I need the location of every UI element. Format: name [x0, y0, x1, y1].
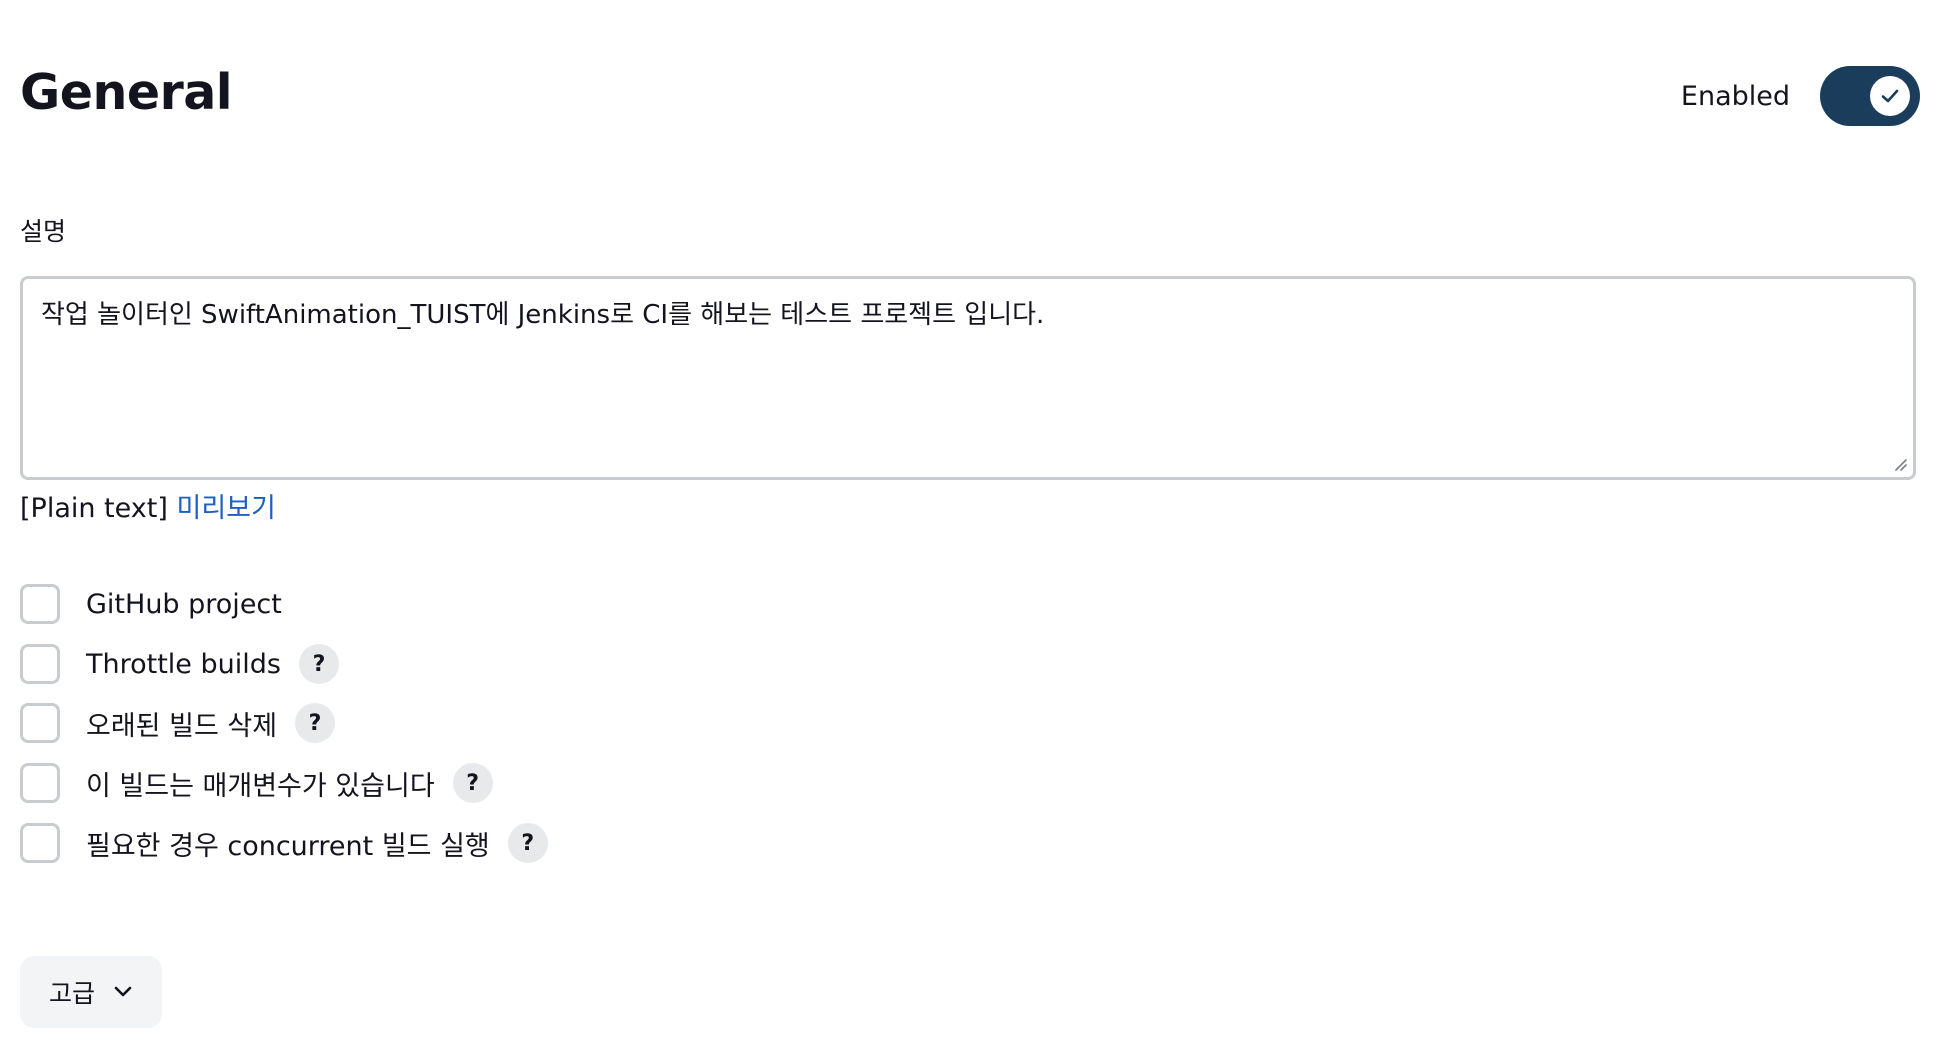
help-icon: ?: [466, 770, 480, 796]
help-button[interactable]: ?: [507, 823, 548, 863]
advanced-label: 고급: [48, 979, 95, 1008]
option-label[interactable]: 이 빌드는 매개변수가 있습니다: [86, 764, 435, 803]
option-parameterized: 이 빌드는 매개변수가 있습니다 ?: [20, 761, 493, 805]
resize-handle-icon[interactable]: [1893, 457, 1907, 471]
option-concurrent-builds: 필요한 경우 concurrent 빌드 실행 ?: [20, 821, 548, 865]
description-text: 작업 놀이터인 SwiftAnimation_TUIST에 Jenkins로 C…: [41, 300, 1045, 330]
help-button[interactable]: ?: [295, 703, 336, 743]
help-icon: ?: [521, 830, 535, 856]
preview-link[interactable]: 미리보기: [176, 493, 275, 524]
toggle-knob: [1870, 76, 1910, 116]
chevron-down-icon: [114, 986, 132, 997]
section-header: General Enabled: [20, 60, 1920, 140]
checkbox-github-project[interactable]: [20, 584, 60, 624]
option-label[interactable]: 필요한 경우 concurrent 빌드 실행: [86, 824, 490, 863]
page-title: General: [20, 64, 233, 121]
help-icon: ?: [312, 651, 326, 677]
checkbox-throttle-builds[interactable]: [20, 644, 60, 684]
option-discard-old-builds: 오래된 빌드 삭제 ?: [20, 701, 336, 745]
option-throttle-builds: Throttle builds ?: [20, 642, 339, 686]
checkbox-discard-old-builds[interactable]: [20, 703, 60, 743]
description-textarea[interactable]: 작업 놀이터인 SwiftAnimation_TUIST에 Jenkins로 C…: [20, 276, 1916, 480]
format-label: [Plain text]: [20, 493, 168, 524]
checkmark-icon: [1881, 89, 1899, 103]
checkbox-concurrent-builds[interactable]: [20, 823, 60, 863]
help-button[interactable]: ?: [298, 644, 339, 684]
enabled-label: Enabled: [1680, 80, 1790, 112]
option-label[interactable]: Throttle builds: [86, 649, 281, 680]
enabled-toggle-group: Enabled: [1681, 66, 1920, 126]
help-button[interactable]: ?: [452, 763, 493, 803]
option-label[interactable]: 오래된 빌드 삭제: [86, 704, 277, 743]
advanced-button[interactable]: 고급: [20, 956, 162, 1028]
description-format: [Plain text] 미리보기: [20, 486, 276, 525]
option-label[interactable]: GitHub project: [86, 589, 282, 620]
help-icon: ?: [308, 710, 322, 736]
description-label: 설명: [20, 217, 67, 246]
enabled-toggle[interactable]: [1820, 66, 1920, 126]
checkbox-parameterized[interactable]: [20, 763, 60, 803]
option-github-project: GitHub project: [20, 582, 282, 626]
